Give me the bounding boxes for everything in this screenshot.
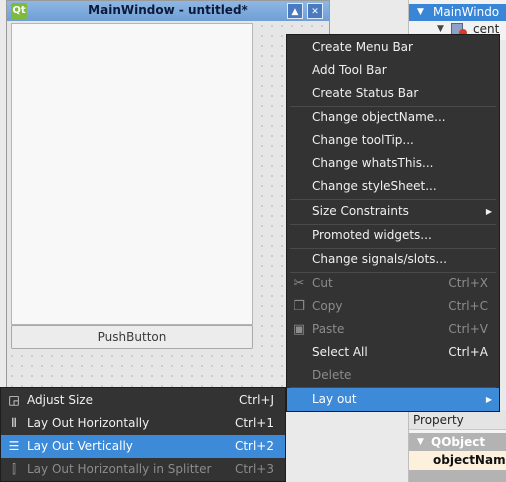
menu-item-lay-out[interactable]: Lay out ▶ [287, 388, 499, 411]
form-titlebar[interactable]: Qt MainWindow - untitled* ▲ ✕ [7, 1, 329, 21]
menu-item-label: Cut [312, 276, 333, 290]
copy-icon: ❐ [293, 299, 305, 314]
menu-item-promoted-widgets[interactable]: Promoted widgets... [287, 224, 499, 247]
property-row-objectname[interactable]: objectNam [409, 451, 506, 470]
expand-arrow-icon[interactable]: ▼ [417, 433, 424, 451]
menu-item-label: Add Tool Bar [312, 63, 387, 77]
window-title: MainWindow - untitled* [88, 3, 248, 17]
submenu-item-label: Lay Out Horizontally [27, 416, 150, 430]
menu-item-label: Promoted widgets... [312, 228, 432, 242]
property-column-header[interactable]: Property [409, 410, 506, 430]
menu-item-shortcut: Ctrl+A [448, 345, 488, 359]
menu-item-label: Change signals/slots... [312, 252, 447, 266]
menu-item-label: Copy [312, 299, 343, 313]
tree-item-mainwindow[interactable]: ▼ MainWindo [409, 4, 506, 21]
property-group-label: QObject [431, 435, 486, 449]
form-window: Qt MainWindow - untitled* ▲ ✕ PushButton [6, 0, 330, 394]
horizontal-layout-icon: ⦀ [11, 416, 17, 430]
menu-item-size-constraints[interactable]: Size Constraints ▶ [287, 200, 499, 223]
submenu-item-lay-out-vertically[interactable]: ☰ Lay Out Vertically Ctrl+2 [1, 435, 285, 458]
menu-item-label: Create Menu Bar [312, 40, 413, 54]
menu-item-label: Change objectName... [312, 110, 446, 124]
submenu-item-shortcut: Ctrl+1 [234, 416, 274, 430]
menu-item-shortcut: Ctrl+V [448, 322, 488, 336]
property-row-label: objectNam [433, 453, 506, 467]
maximize-button[interactable]: ▲ [287, 3, 303, 19]
property-editor: Property ▼ QObject objectNam [408, 410, 506, 482]
menu-item-create-status-bar[interactable]: Create Status Bar [287, 82, 499, 105]
submenu-item-shortcut: Ctrl+2 [234, 439, 274, 453]
menu-item-copy[interactable]: ❐ Copy Ctrl+C [287, 295, 499, 318]
close-button[interactable]: ✕ [307, 3, 323, 19]
menu-item-change-signals-slots[interactable]: Change signals/slots... [287, 248, 499, 271]
menu-item-label: Lay out [312, 392, 357, 406]
push-button[interactable]: PushButton [11, 325, 253, 349]
property-group-next[interactable] [409, 470, 506, 482]
tree-item-label: MainWindo [433, 5, 500, 19]
submenu-arrow-icon: ▶ [485, 207, 492, 216]
menu-item-select-all[interactable]: Select All Ctrl+A [287, 341, 499, 364]
submenu-item-label: Adjust Size [27, 393, 93, 407]
menu-item-label: Size Constraints [312, 204, 409, 218]
submenu-item-shortcut: Ctrl+3 [234, 462, 274, 476]
menu-item-add-tool-bar[interactable]: Add Tool Bar [287, 59, 499, 82]
vertical-layout-icon: ☰ [8, 439, 20, 453]
menu-item-change-tooltip[interactable]: Change toolTip... [287, 129, 499, 152]
expand-arrow-icon[interactable]: ▼ [417, 4, 424, 21]
context-menu: Create Menu Bar Add Tool Bar Create Stat… [286, 34, 500, 412]
scissors-icon: ✂ [293, 276, 305, 291]
menu-item-label: Change toolTip... [312, 133, 414, 147]
property-group-qobject[interactable]: ▼ QObject [409, 433, 506, 451]
central-widget-area[interactable] [11, 23, 253, 325]
layout-submenu: ◲ Adjust Size Ctrl+J ⦀ Lay Out Horizonta… [0, 387, 286, 482]
menu-item-delete[interactable]: Delete [287, 364, 499, 387]
menu-item-shortcut: Ctrl+X [448, 276, 488, 290]
submenu-item-lay-out-horizontally[interactable]: ⦀ Lay Out Horizontally Ctrl+1 [1, 412, 285, 435]
menu-item-label: Change whatsThis... [312, 156, 434, 170]
menu-item-change-objectname[interactable]: Change objectName... [287, 106, 499, 129]
menu-item-label: Change styleSheet... [312, 179, 437, 193]
submenu-item-adjust-size[interactable]: ◲ Adjust Size Ctrl+J [1, 389, 285, 412]
menu-item-label: Paste [312, 322, 345, 336]
menu-item-label: Delete [312, 368, 352, 382]
submenu-item-label: Lay Out Horizontally in Splitter [27, 462, 212, 476]
menu-item-paste[interactable]: ▣ Paste Ctrl+V [287, 318, 499, 341]
menu-item-label: Select All [312, 345, 368, 359]
paste-icon: ▣ [292, 322, 306, 337]
adjust-size-icon: ◲ [8, 393, 20, 407]
menu-item-label: Create Status Bar [312, 86, 419, 100]
menu-item-change-stylesheet[interactable]: Change styleSheet... [287, 175, 499, 198]
submenu-item-label: Lay Out Vertically [27, 439, 133, 453]
menu-item-cut[interactable]: ✂ Cut Ctrl+X [287, 272, 499, 295]
submenu-item-shortcut: Ctrl+J [239, 393, 274, 407]
menu-item-change-whatsthis[interactable]: Change whatsThis... [287, 152, 499, 175]
submenu-arrow-icon: ▶ [485, 395, 492, 404]
menu-item-shortcut: Ctrl+C [448, 299, 488, 313]
submenu-item-lay-out-horizontally-in-splitter[interactable]: ⫿ Lay Out Horizontally in Splitter Ctrl+… [1, 458, 285, 481]
menu-item-create-menu-bar[interactable]: Create Menu Bar [287, 36, 499, 59]
splitter-icon: ⫿ [12, 462, 16, 476]
